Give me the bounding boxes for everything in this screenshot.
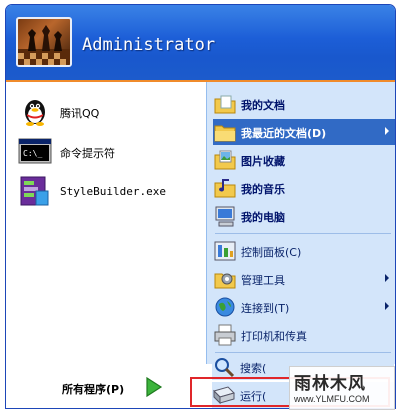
place-label: 我的文档 — [241, 99, 285, 112]
start-menu-header: Administrator — [6, 5, 395, 82]
program-label: 命令提示符 — [60, 147, 115, 160]
submenu-arrow-icon — [385, 127, 389, 135]
my-computer-icon — [213, 204, 237, 228]
place-label: 搜索( — [240, 362, 267, 375]
watermark-url: www.YLMFU.COM — [294, 394, 370, 404]
place-label: 打印机和传真 — [241, 330, 307, 343]
svg-text:C:\_: C:\_ — [23, 149, 42, 158]
search-icon — [212, 355, 236, 379]
qq-penguin-icon — [18, 94, 52, 128]
place-label: 图片收藏 — [241, 155, 285, 168]
place-item-recent-documents[interactable]: 我最近的文档(D) — [213, 119, 395, 145]
place-item-connect-to[interactable]: 连接到(T) — [213, 294, 395, 320]
place-item-my-pictures[interactable]: 图片收藏 — [213, 147, 395, 173]
places-panel: 我的文档 我最近的文档(D) 图片收藏 我的音乐 我的电脑 控制面板(C) 管理… — [206, 82, 395, 364]
program-label: StyleBuilder.exe — [60, 185, 166, 198]
submenu-arrow-icon — [385, 302, 389, 310]
program-label: 腾讯QQ — [60, 107, 100, 120]
recent-documents-icon — [213, 120, 237, 144]
printers-faxes-icon — [213, 323, 237, 347]
place-label: 控制面板(C) — [241, 246, 302, 259]
start-menu: Administrator 腾讯QQ C:\_ 命令提示符 StyleBuild… — [5, 4, 396, 409]
place-label: 连接到(T) — [241, 302, 290, 315]
program-item-stylebuilder[interactable]: StyleBuilder.exe — [18, 174, 204, 210]
watermark: 雨林木风 www.YLMFU.COM — [289, 366, 395, 410]
place-label: 管理工具 — [241, 274, 285, 287]
place-label: 我最近的文档(D) — [241, 127, 327, 140]
admin-tools-icon — [213, 267, 237, 291]
connect-to-icon — [213, 295, 237, 319]
place-label: 我的电脑 — [241, 211, 285, 224]
submenu-arrow-icon — [385, 274, 389, 282]
place-item-my-documents[interactable]: 我的文档 — [213, 91, 395, 117]
all-programs-label: 所有程序(P) — [62, 383, 125, 396]
my-documents-icon — [213, 92, 237, 116]
my-pictures-icon — [213, 148, 237, 172]
pinned-programs-panel: 腾讯QQ C:\_ 命令提示符 StyleBuilder.exe — [6, 82, 206, 364]
place-item-admin-tools[interactable]: 管理工具 — [213, 266, 395, 292]
places-separator — [215, 352, 391, 353]
places-separator — [215, 233, 391, 234]
username-label: Administrator — [82, 35, 216, 55]
watermark-logo: 雨林木风 — [294, 374, 366, 394]
program-item-command-prompt[interactable]: C:\_ 命令提示符 — [18, 134, 204, 170]
control-panel-icon — [213, 239, 237, 263]
place-label: 我的音乐 — [241, 183, 285, 196]
all-programs-button[interactable]: 所有程序(P) — [62, 376, 192, 400]
place-item-my-music[interactable]: 我的音乐 — [213, 175, 395, 201]
place-item-my-computer[interactable]: 我的电脑 — [213, 203, 395, 229]
program-item-qq[interactable]: 腾讯QQ — [18, 94, 204, 130]
command-prompt-icon: C:\_ — [18, 134, 52, 168]
green-arrow-icon — [144, 376, 164, 398]
user-avatar[interactable] — [16, 17, 72, 67]
place-item-control-panel[interactable]: 控制面板(C) — [213, 238, 395, 264]
place-item-printers-faxes[interactable]: 打印机和传真 — [213, 322, 395, 348]
my-music-icon — [213, 176, 237, 200]
stylebuilder-icon — [18, 174, 52, 208]
